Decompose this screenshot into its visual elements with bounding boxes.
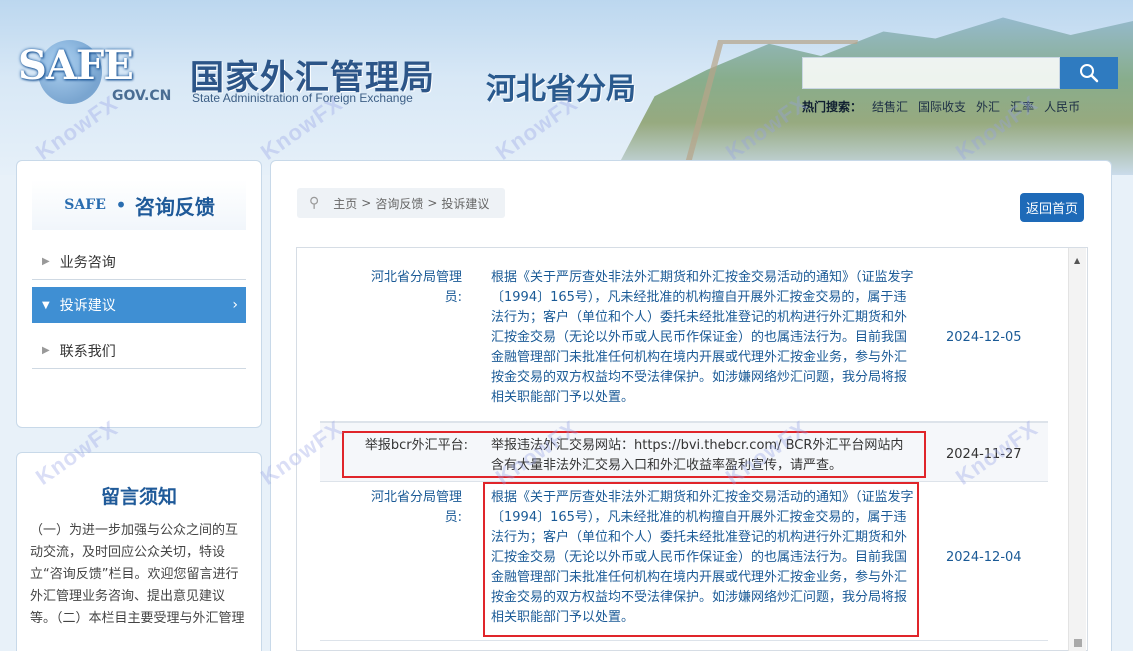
sidebar-item-complaints[interactable]: ▼ 投诉建议 › <box>32 287 246 323</box>
reply-text: 根据《关于严厉查处非法外汇期货和外汇按金交易活动的通知》（证监发字〔1994〕1… <box>491 270 914 405</box>
chevron-right-icon: › <box>232 297 238 313</box>
agency-name-en: State Administration of Foreign Exchange <box>192 91 413 105</box>
hot-term[interactable]: 人民币 <box>1044 98 1080 115</box>
row-divider <box>320 421 1048 422</box>
search-icon <box>1080 64 1099 83</box>
safe-mini-logo: SAFE <box>64 197 106 213</box>
sidebar-item-consulting[interactable]: ▶ 业务咨询 <box>32 244 246 280</box>
hot-term[interactable]: 外汇 <box>976 98 1000 115</box>
branch-name: 河北省分局 <box>486 72 636 107</box>
scroll-up-icon[interactable]: ▲ <box>1074 256 1080 265</box>
notice-title: 留言须知 <box>100 486 177 508</box>
sidebar-heading: 咨询反馈 <box>134 194 215 219</box>
location-pin-icon: ⚲ <box>309 195 320 211</box>
hot-term[interactable]: 结售汇 <box>872 98 908 115</box>
reply-author: 河北省分局管理员: <box>370 270 462 305</box>
sidebar-item-label: 联系我们 <box>59 343 116 360</box>
row-divider <box>320 640 1048 641</box>
sidebar-item-label: 业务咨询 <box>59 254 116 271</box>
hot-search-label: 热门搜索： <box>802 100 863 114</box>
sidebar-title: SAFE • 咨询反馈 <box>32 180 246 230</box>
caret-right-icon: ▶ <box>42 256 50 267</box>
complaint-date: 2024-11-27 <box>946 447 1022 462</box>
sidebar-item-contact[interactable]: ▶ 联系我们 <box>32 333 246 369</box>
hot-term[interactable]: 汇率 <box>1010 98 1034 115</box>
breadcrumb-home[interactable]: 主页 <box>333 195 357 212</box>
breadcrumb: ⚲ 主页 > 咨询反馈 > 投诉建议 <box>297 188 505 218</box>
search-input[interactable] <box>802 57 1060 89</box>
safe-logo[interactable]: SAFE <box>18 42 134 102</box>
bullet-dot-icon: • <box>115 193 127 217</box>
highlight-box-reply <box>483 482 919 637</box>
scroll-thumb[interactable] <box>1074 639 1082 647</box>
caret-right-icon: ▶ <box>42 345 50 356</box>
notice-text: （一）为进一步加强与公众之间的互动交流，及时回应公众关切，特设立“咨询反馈”栏目… <box>30 523 245 626</box>
reply-author: 河北省分局管理员: <box>370 490 462 525</box>
search-button[interactable] <box>1060 57 1118 89</box>
back-home-button[interactable]: 返回首页 <box>1020 193 1084 222</box>
logo-domain: GOV.CN <box>112 88 172 104</box>
breadcrumb-separator: > <box>361 196 372 210</box>
reply-date: 2024-12-04 <box>946 550 1022 565</box>
breadcrumb-complaints[interactable]: 投诉建议 <box>441 195 489 212</box>
highlight-box-complaint <box>342 431 926 478</box>
hot-term[interactable]: 国际收支 <box>918 98 966 115</box>
breadcrumb-consult[interactable]: 咨询反馈 <box>375 195 423 212</box>
reply-date: 2024-12-05 <box>946 330 1022 345</box>
scrollbar[interactable]: ▲ <box>1068 248 1086 651</box>
hot-search: 热门搜索： 结售汇 国际收支 外汇 汇率 人民币 <box>802 98 1080 115</box>
caret-down-icon: ▼ <box>42 299 50 311</box>
breadcrumb-separator: > <box>427 196 438 210</box>
sidebar-item-label: 投诉建议 <box>59 298 116 314</box>
